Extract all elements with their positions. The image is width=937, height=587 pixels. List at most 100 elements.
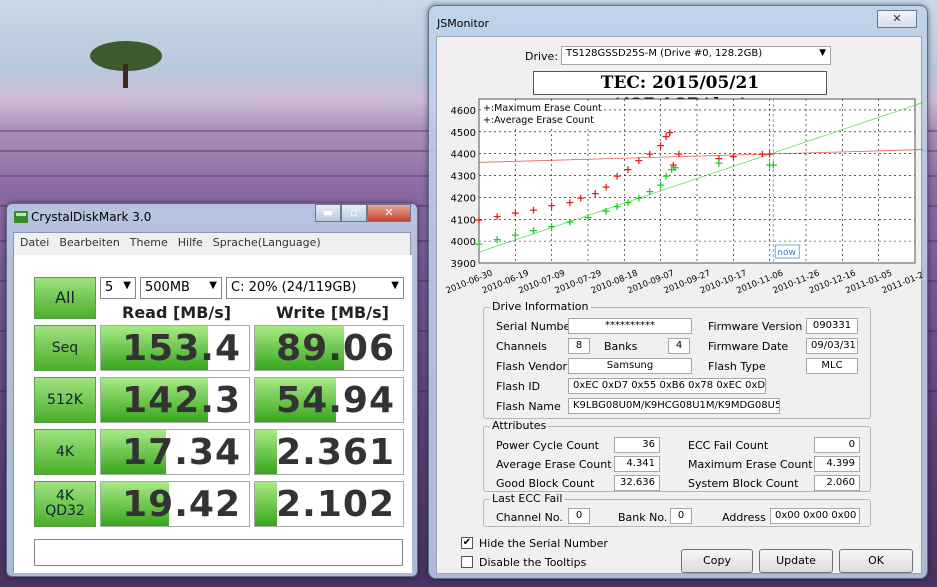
attributes-group: Attributes Power Cycle Count 36 ECC Fail… bbox=[483, 419, 871, 492]
count-select[interactable]: 5 ▼ bbox=[100, 277, 136, 299]
close-button[interactable]: ✕ bbox=[367, 204, 411, 222]
max-erase-point: + bbox=[602, 180, 611, 193]
avg-erase-point: + bbox=[565, 215, 574, 228]
hide-serial-checkbox[interactable]: ✔ bbox=[461, 537, 473, 549]
maximum-erase-label: Maximum Erase Count bbox=[688, 458, 813, 471]
now-marker-label: now bbox=[777, 248, 796, 258]
write-header: Write [MB/s] bbox=[276, 303, 389, 322]
qd32-label: QD32 bbox=[45, 503, 85, 519]
update-button[interactable]: Update bbox=[759, 549, 833, 573]
max-erase-point: + bbox=[665, 126, 674, 139]
legend-max: +:Maximum Erase Count bbox=[483, 103, 602, 114]
4k-qd32-write-value: 2.102 bbox=[276, 484, 395, 525]
copy-button[interactable]: Copy bbox=[681, 549, 753, 573]
4k-read-result: 17.34 bbox=[100, 429, 250, 475]
all-button[interactable]: All bbox=[34, 277, 96, 319]
all-button-label: All bbox=[55, 287, 75, 307]
avg-erase-point: + bbox=[511, 229, 520, 242]
banks-value: 4 bbox=[668, 338, 690, 354]
banks-label: Banks bbox=[604, 340, 638, 353]
address-value: 0x00 0x00 0x00 bbox=[770, 508, 860, 524]
chevron-down-icon: ▼ bbox=[391, 280, 399, 291]
4k-qd32-read-value: 19.42 bbox=[122, 484, 241, 525]
4k-qd32-button[interactable]: 4K QD32 bbox=[34, 481, 96, 527]
avg-erase-point: + bbox=[583, 211, 592, 224]
jsmonitor-titlebar[interactable]: JSMonitor ✕ bbox=[429, 6, 927, 32]
avg-erase-point: + bbox=[645, 185, 654, 198]
crystaldiskmark-app-icon bbox=[14, 211, 28, 223]
512k-label: 512K bbox=[47, 391, 83, 408]
avg-erase-point: + bbox=[612, 200, 621, 213]
firmware-version-label: Firmware Version bbox=[708, 320, 803, 333]
drive-label: Drive: bbox=[525, 50, 559, 63]
4k-read-value: 17.34 bbox=[122, 432, 241, 473]
drive-select[interactable]: C: 20% (24/119GB) ▼ bbox=[226, 277, 404, 299]
max-erase-point: + bbox=[729, 150, 738, 163]
drive-information-title: Drive Information bbox=[490, 300, 591, 313]
drive-value: C: 20% (24/119GB) bbox=[231, 280, 357, 295]
ecc-fail-value: 0 bbox=[814, 437, 860, 453]
chevron-down-icon: ▼ bbox=[123, 280, 131, 291]
average-erase-value: 4.341 bbox=[614, 456, 660, 472]
flash-type-label: Flash Type bbox=[708, 360, 766, 373]
tree-image bbox=[90, 41, 162, 88]
avg-erase-point: + bbox=[529, 224, 538, 237]
seq-button[interactable]: Seq bbox=[34, 325, 96, 371]
drive-dropdown[interactable]: TS128GSSD25S-M (Drive #0, 128.2GB) ▼ bbox=[561, 46, 831, 65]
hide-serial-label: Hide the Serial Number bbox=[479, 537, 608, 550]
last-ecc-fail-group: Last ECC Fail Channel No. 0 Bank No. 0 A… bbox=[483, 492, 871, 527]
max-erase-point: + bbox=[474, 213, 483, 226]
512k-button[interactable]: 512K bbox=[34, 377, 96, 423]
minimize-button[interactable]: ▬ bbox=[315, 204, 341, 222]
comment-input[interactable] bbox=[34, 539, 403, 566]
chevron-down-icon: ▼ bbox=[819, 48, 826, 58]
serial-number-value: ********** bbox=[568, 318, 692, 334]
4k-qd32-label: 4K bbox=[55, 488, 75, 505]
menu-theme[interactable]: Theme bbox=[130, 236, 168, 249]
menu-datei[interactable]: Datei bbox=[20, 236, 49, 249]
max-erase-point: + bbox=[576, 191, 585, 204]
channels-value: 8 bbox=[568, 338, 590, 354]
erase-count-chart: 390040004100420043004400450046002010-06-… bbox=[445, 98, 923, 296]
4k-button[interactable]: 4K bbox=[34, 429, 96, 475]
power-cycle-value: 36 bbox=[614, 437, 660, 453]
512k-read-value: 142.3 bbox=[122, 380, 241, 421]
crystaldiskmark-titlebar[interactable]: CrystalDiskMark 3.0 ▬ ▫ ✕ bbox=[7, 204, 417, 230]
seq-read-result: 153.4 bbox=[100, 325, 250, 371]
menu-hilfe[interactable]: Hilfe bbox=[178, 236, 203, 249]
avg-erase-point: + bbox=[769, 159, 778, 172]
average-erase-label: Average Erase Count bbox=[496, 458, 612, 471]
max-erase-point: + bbox=[547, 199, 556, 212]
crystaldiskmark-client: Datei Bearbeiten Theme Hilfe Sprache(Lan… bbox=[13, 232, 412, 573]
close-button[interactable]: ✕ bbox=[877, 10, 917, 28]
attributes-title: Attributes bbox=[490, 419, 549, 432]
512k-write-result: 54.94 bbox=[254, 377, 404, 423]
system-block-value: 2.060 bbox=[814, 475, 860, 491]
y-tick-label: 4300 bbox=[451, 172, 476, 183]
max-erase-point: + bbox=[591, 187, 600, 200]
channel-no-value: 0 bbox=[568, 508, 590, 524]
bank-no-value: 0 bbox=[670, 508, 692, 524]
avg-erase-point: + bbox=[602, 205, 611, 218]
firmware-date-value: 09/03/31 bbox=[806, 338, 858, 354]
serial-number-label: Serial Number bbox=[496, 320, 575, 333]
512k-read-result: 142.3 bbox=[100, 377, 250, 423]
menu-bearbeiten[interactable]: Bearbeiten bbox=[59, 236, 119, 249]
avg-erase-point: + bbox=[474, 237, 483, 250]
avg-erase-point: + bbox=[671, 161, 680, 174]
maximum-erase-value: 4.399 bbox=[814, 456, 860, 472]
seq-write-value: 89.06 bbox=[276, 328, 395, 369]
ok-button[interactable]: OK bbox=[839, 549, 913, 573]
512k-write-value: 54.94 bbox=[276, 380, 395, 421]
power-cycle-label: Power Cycle Count bbox=[496, 439, 599, 452]
max-erase-point: + bbox=[674, 148, 683, 161]
max-erase-point: + bbox=[612, 170, 621, 183]
size-select[interactable]: 500MB ▼ bbox=[140, 277, 222, 299]
y-tick-label: 4600 bbox=[451, 106, 476, 117]
size-value: 500MB bbox=[145, 280, 190, 295]
disable-tooltips-checkbox[interactable] bbox=[461, 556, 473, 568]
menu-sprache[interactable]: Sprache(Language) bbox=[213, 236, 321, 249]
y-tick-label: 4200 bbox=[451, 193, 476, 204]
firmware-version-value: 090331 bbox=[806, 318, 858, 334]
maximize-button[interactable]: ▫ bbox=[341, 204, 367, 222]
